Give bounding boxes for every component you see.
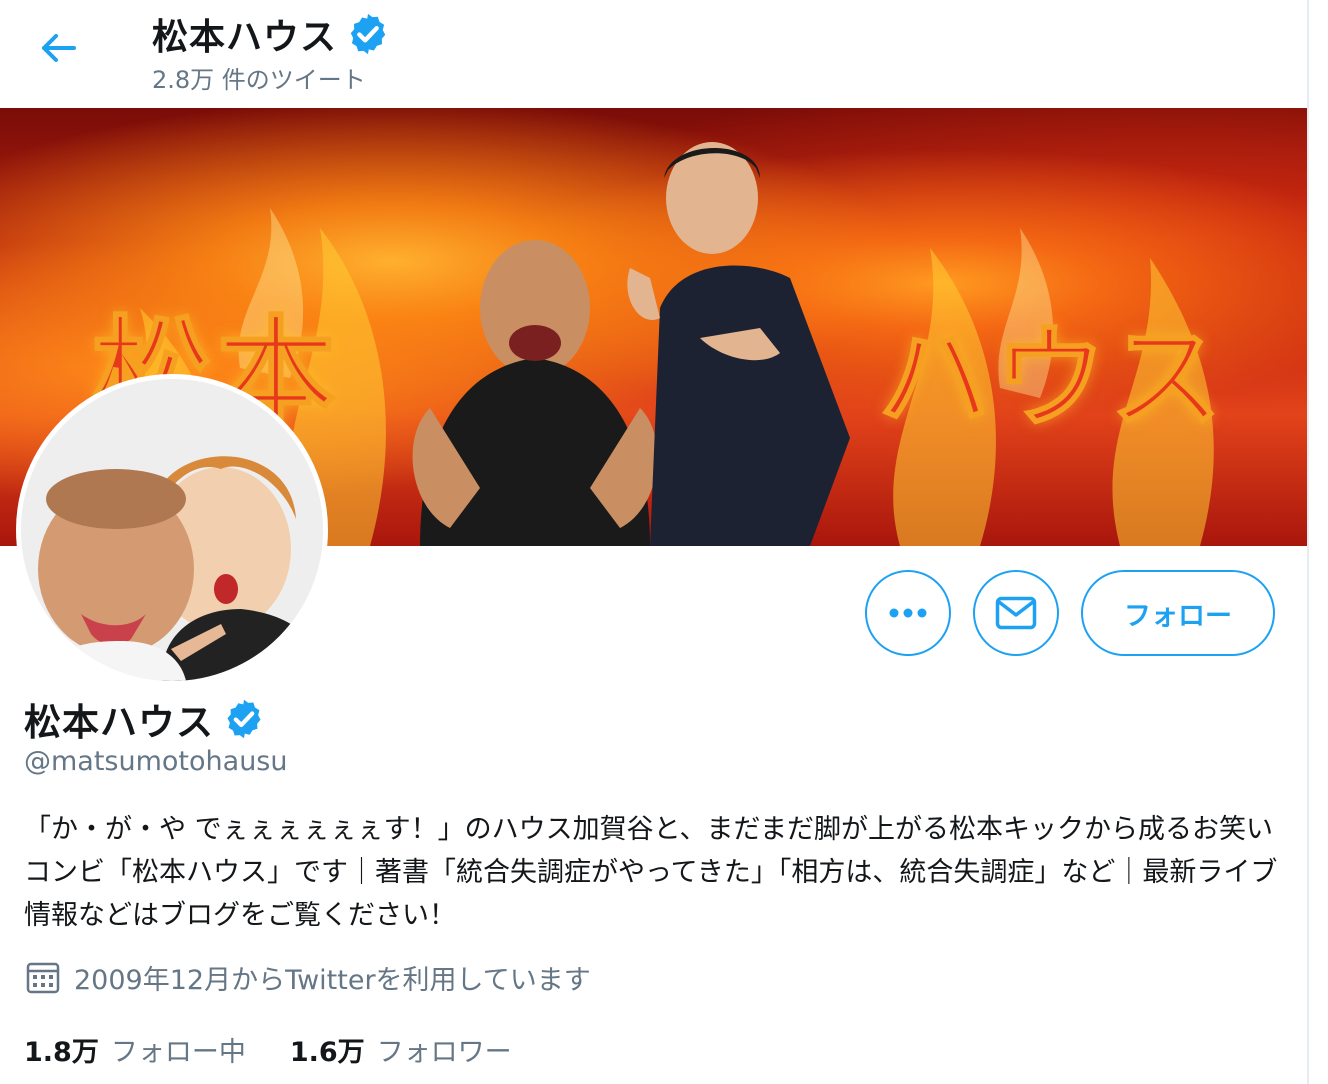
- avatar-image: [21, 379, 323, 681]
- followers-link[interactable]: 1.6万 フォロワー: [290, 1030, 512, 1069]
- verified-badge-icon: [222, 697, 266, 741]
- message-button[interactable]: [973, 570, 1059, 656]
- header-title: 松本ハウス: [152, 17, 338, 58]
- tweet-count: 2.8万 件のツイート: [152, 66, 366, 94]
- profile-name: 松本ハウス: [24, 701, 214, 744]
- verified-badge-icon: [345, 11, 391, 57]
- following-count: 1.8万: [24, 1037, 99, 1068]
- profile-name-group: 松本ハウス: [24, 692, 266, 746]
- column-divider: [1307, 0, 1309, 1084]
- follow-button[interactable]: フォロー: [1081, 570, 1275, 656]
- banner-person-right: [627, 142, 850, 546]
- joined-text: 2009年12月からTwitterを利用しています: [74, 965, 591, 996]
- back-button[interactable]: [22, 20, 94, 76]
- more-button[interactable]: [865, 570, 951, 656]
- followers-count: 1.6万: [289, 1037, 365, 1068]
- profile-handle: @matsumotohausu: [24, 746, 288, 777]
- calendar-icon: [26, 961, 60, 995]
- following-label: フォロー中: [110, 1037, 246, 1068]
- more-horizontal-icon: [889, 608, 927, 618]
- profile-bio: 「か・が・や でぇぇぇぇぇぇす！」のハウス加賀谷と、まだまだ脚が上がる松本キック…: [24, 814, 1278, 931]
- joined-date: 2009年12月からTwitterを利用しています: [26, 958, 591, 997]
- banner-person-left: [412, 240, 658, 546]
- profile-avatar[interactable]: [16, 374, 328, 686]
- envelope-icon: [995, 596, 1037, 630]
- arrow-left-icon: [42, 34, 76, 62]
- profile-header: 松本ハウス 2.8万 件のツイート: [0, 0, 1307, 108]
- banner-text-right: ハウス: [877, 312, 1226, 445]
- followers-label: フォロワー: [376, 1037, 512, 1068]
- header-title-group: 松本ハウス: [152, 8, 391, 60]
- follow-stats: 1.8万 フォロー中 1.6万 フォロワー: [24, 1030, 556, 1069]
- following-link[interactable]: 1.8万 フォロー中: [24, 1030, 246, 1069]
